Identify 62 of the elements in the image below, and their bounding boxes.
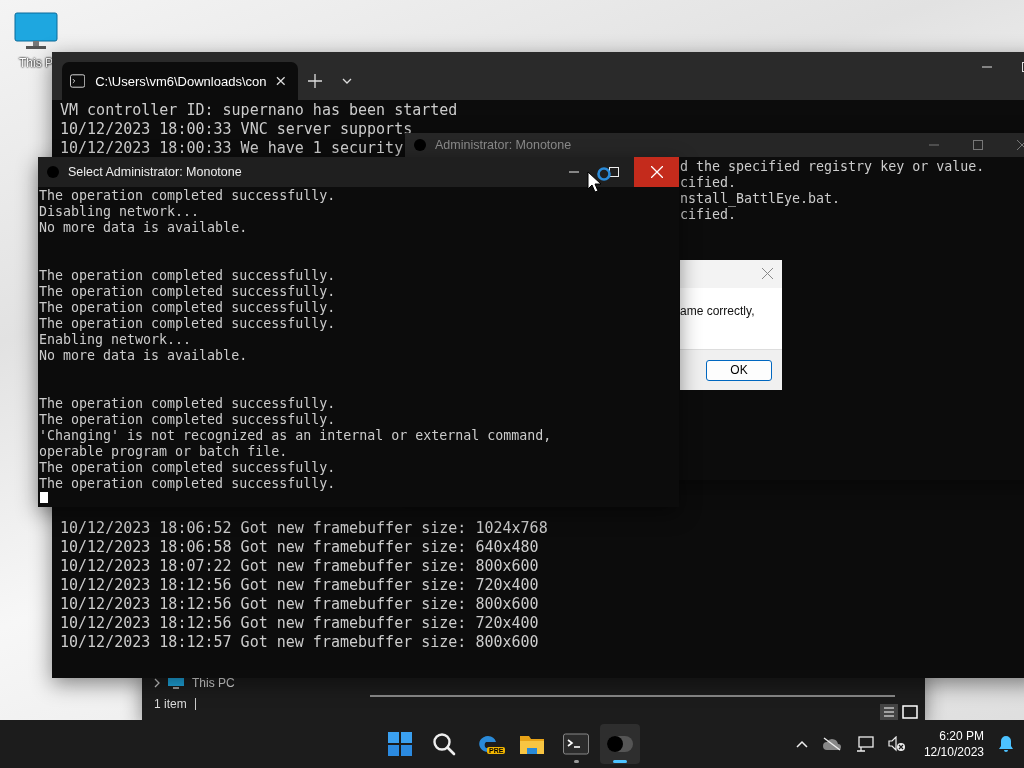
console-line: The operation completed successfully.	[39, 316, 337, 332]
terminal-line: 10/12/2023 18:06:52 Got new framebuffer size: 1024x768	[60, 519, 548, 538]
terminal-line: 10/12/2023 18:12:56 Got new framebuffer size: 800x600	[60, 595, 539, 614]
app-icon	[413, 138, 427, 152]
maximize-icon	[609, 167, 619, 177]
terminal-line: 10/12/2023 18:00:33 VNC server supports	[60, 120, 413, 139]
details-view-icon[interactable]	[880, 704, 898, 720]
tree-item[interactable]: This PC	[192, 676, 235, 690]
console-line: The operation completed successfully.	[39, 268, 337, 284]
ok-button[interactable]: OK	[706, 359, 772, 381]
terminal-icon	[563, 733, 589, 755]
search-icon	[432, 732, 456, 756]
window-title: Select Administrator: Monotone	[68, 165, 242, 179]
taskbar-app-button[interactable]	[600, 724, 640, 764]
terminal-tab[interactable]: C:\Users\vm6\Downloads\con	[62, 62, 298, 100]
folder-icon	[519, 733, 545, 755]
network-icon[interactable]	[855, 736, 874, 752]
text-cursor	[40, 492, 48, 503]
toggle-icon	[606, 735, 634, 753]
console-line: Enabling network...	[39, 332, 193, 348]
terminal-line: 10/12/2023 18:12:56 Got new framebuffer size: 720x400	[60, 576, 539, 595]
terminal-line: 10/12/2023 18:07:22 Got new framebuffer size: 800x600	[60, 557, 539, 576]
terminal-line: VM controller ID: supernano has been started	[60, 101, 458, 120]
console-line: operable program or batch file.	[39, 444, 289, 460]
terminal-line: 10/12/2023 18:12:56 Got new framebuffer size: 720x400	[60, 614, 539, 633]
console-line: 'Changing' is not recognized as an internal or external command,	[39, 428, 553, 444]
console-line: nstall_BattlEye.bat.	[680, 191, 842, 207]
bell-icon[interactable]	[998, 735, 1014, 753]
cloud-off-icon[interactable]	[821, 737, 842, 751]
maximize-icon[interactable]	[973, 140, 983, 150]
clock-time[interactable]: 6:20 PM	[939, 728, 984, 744]
console-line: The operation completed successfully.	[39, 284, 337, 300]
console-icon	[70, 74, 86, 88]
console-line: cified.	[680, 207, 738, 223]
monitor-icon[interactable]	[14, 12, 58, 50]
console-line: The operation completed successfully.	[39, 396, 337, 412]
terminal-line: 10/12/2023 18:00:33 We have 1 security	[60, 139, 404, 158]
console-line: The operation completed successfully.	[39, 188, 337, 204]
terminal-line: 10/12/2023 18:06:58 Got new framebuffer size: 640x480	[60, 538, 539, 557]
clock-date[interactable]: 12/10/2023	[923, 744, 984, 760]
console-line: Disabling network...	[39, 204, 201, 220]
console-line: The operation completed successfully.	[39, 460, 337, 476]
terminal-line: 10/12/2023 18:12:57 Got new framebuffer size: 800x600	[60, 633, 539, 652]
chevron-up-icon[interactable]	[795, 740, 808, 748]
console-line: The operation completed successfully.	[39, 412, 337, 428]
tiles-view-icon[interactable]	[901, 704, 919, 720]
tab-title: C:\Users\vm6\Downloads\con	[95, 73, 267, 89]
window-title: Administrator: Monotone	[435, 138, 572, 152]
volume-muted-icon[interactable]	[887, 736, 906, 752]
console-line: No more data is available.	[39, 348, 249, 364]
windows-logo-icon	[388, 732, 412, 756]
console-line: cified.	[680, 175, 738, 191]
console-line: d the specified registry key or value.	[680, 159, 986, 175]
status-text: 1 item	[154, 697, 187, 711]
console-line: The operation completed successfully.	[39, 300, 337, 316]
chevron-down-icon	[342, 78, 352, 84]
console-line: The operation completed successfully.	[39, 476, 337, 492]
close-icon	[650, 166, 663, 178]
console-line: No more data is available.	[39, 220, 249, 236]
app-icon	[46, 165, 60, 179]
plus-icon	[308, 74, 322, 88]
dialog-message: ame correctly,	[680, 304, 755, 318]
